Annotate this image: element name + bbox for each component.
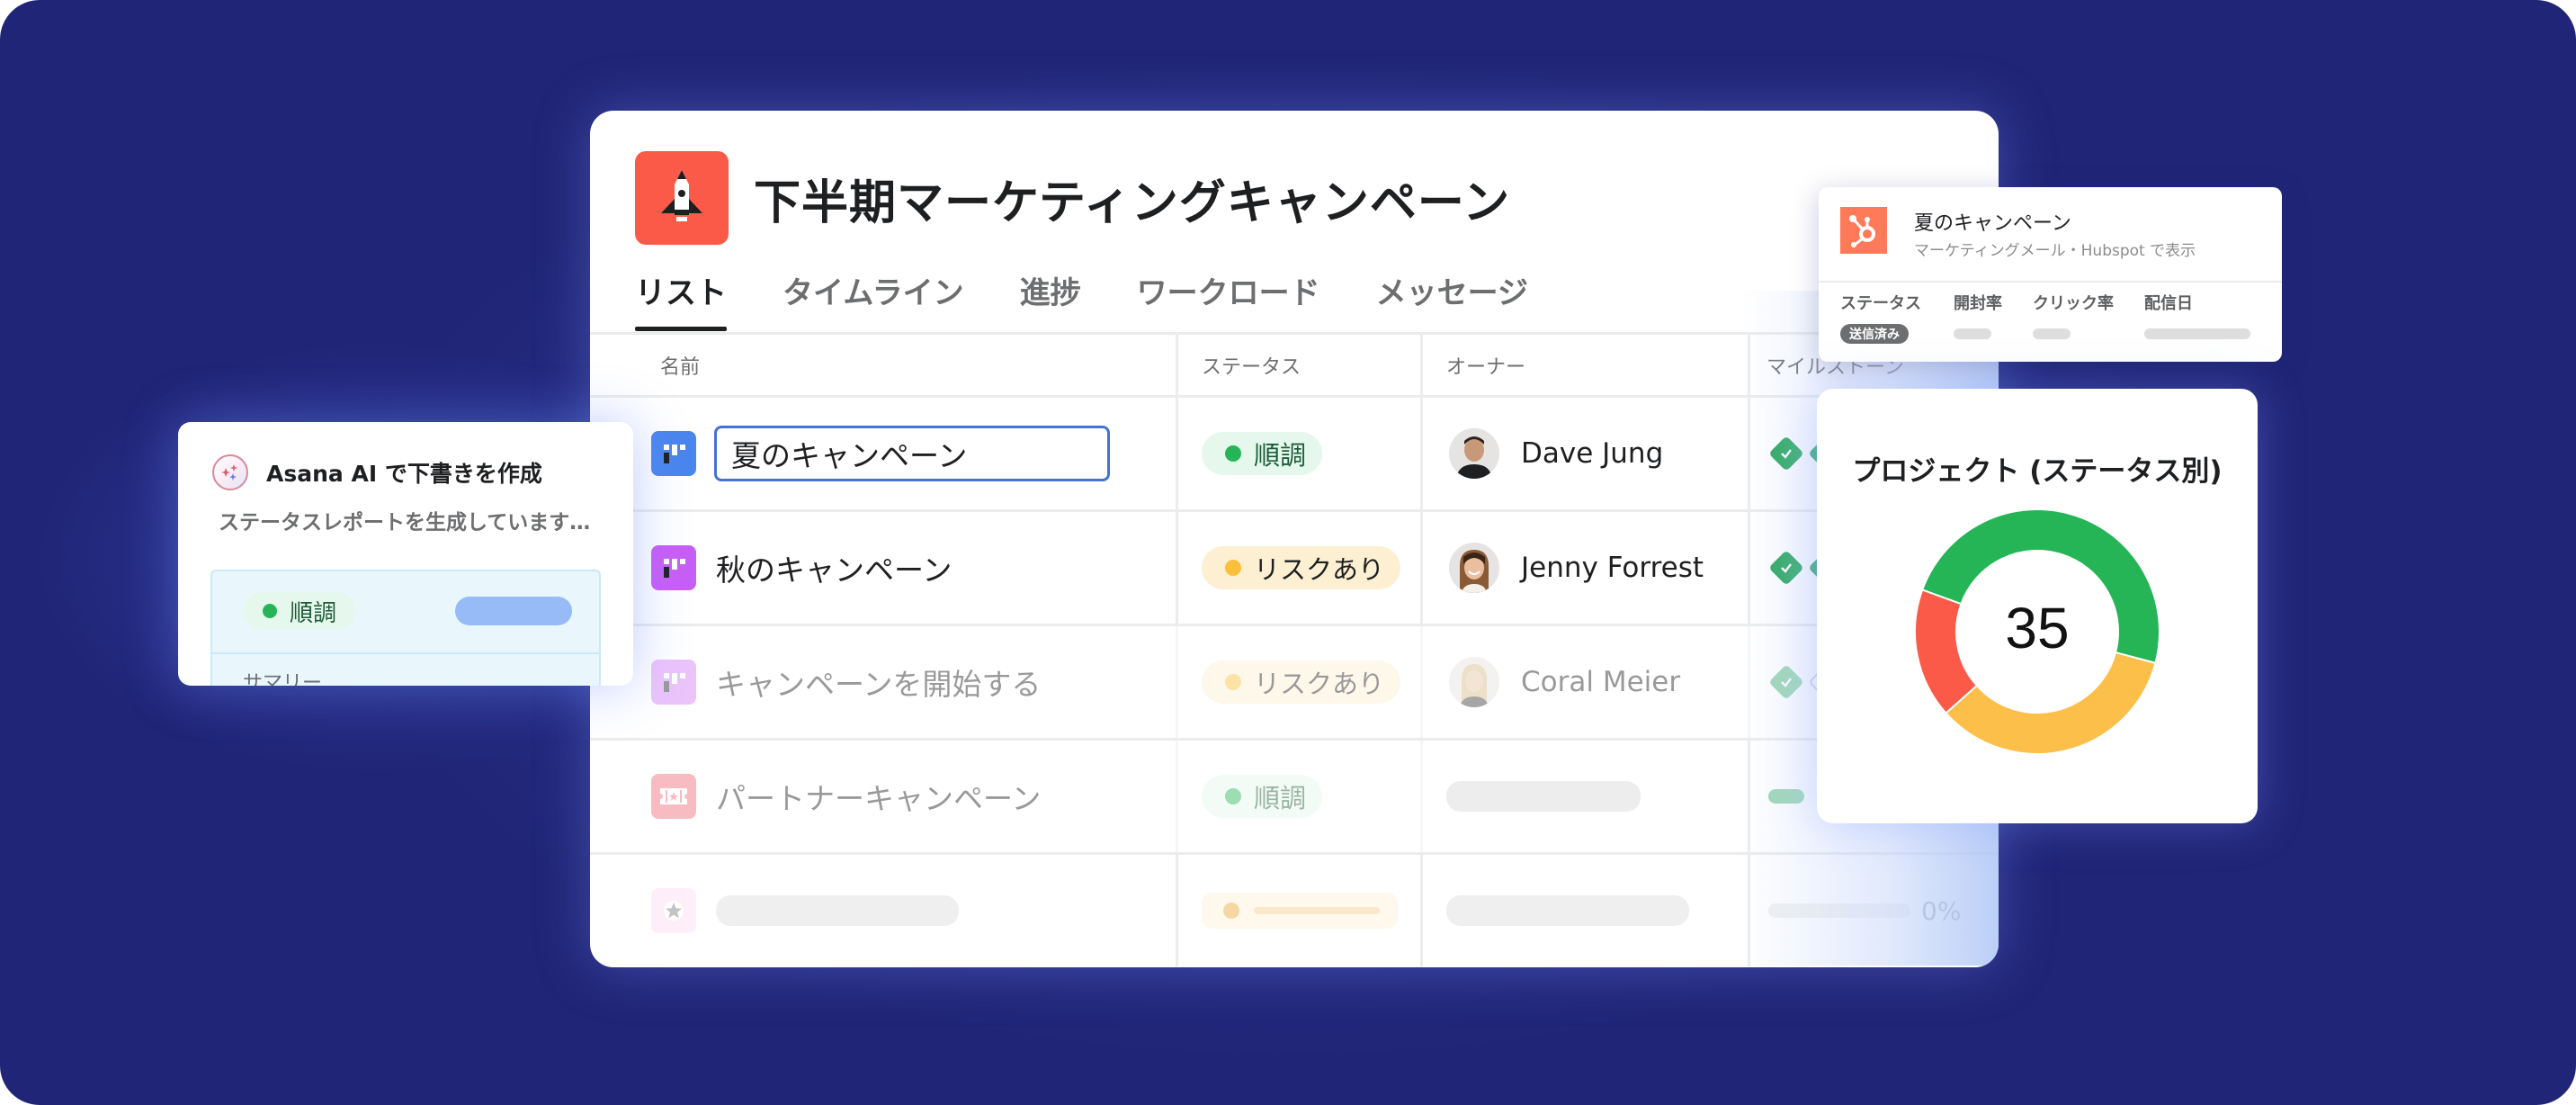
sparkle-icon [212, 454, 248, 490]
column-click-rate: クリック率 [2033, 294, 2114, 313]
column-header-status[interactable]: ステータス [1178, 335, 1423, 395]
status-label: 順調 [1254, 440, 1307, 471]
progress-label: 0% [1921, 895, 1962, 926]
project-tabs: リスト タイムライン 進捗 ワークロード メッセージ [635, 268, 1584, 331]
donut-segment-at-risk[interactable] [1945, 651, 2157, 755]
column-open-rate: 開封率 [1954, 294, 2002, 313]
chart-center-total: 35 [2005, 596, 2069, 660]
send-date-placeholder [2144, 328, 2250, 339]
ai-card-subtitle: ステータスレポートを生成しています… [219, 511, 591, 535]
table-row[interactable]: 順調 Dave Jung [590, 395, 1999, 509]
board-icon [651, 545, 696, 590]
status-label: リスクあり [1254, 669, 1385, 699]
rocket-icon [661, 170, 702, 221]
asana-ai-card: Asana AI で下書きを作成 ステータスレポートを生成しています… 順調 サ… [178, 422, 633, 686]
task-name[interactable]: 秋のキャンペーン [716, 546, 952, 589]
status-dot [1225, 788, 1241, 804]
tab-messages[interactable]: メッセージ [1376, 268, 1528, 331]
owner-name: Dave Jung [1521, 437, 1664, 470]
status-label: リスクあり [1254, 554, 1385, 585]
project-table: 名前 ステータス オーナー マイルストーン 順調 [590, 332, 1999, 966]
status-dot [1225, 560, 1241, 576]
status-badge[interactable]: 順調 [1202, 775, 1323, 818]
status-badge[interactable]: リスクあり [1202, 660, 1401, 704]
project-icon [635, 151, 729, 245]
project-title: 下半期マーケティングキャンペーン [754, 176, 1511, 230]
status-dot [1225, 445, 1241, 462]
open-rate-placeholder [1954, 328, 1991, 339]
table-header: 名前 ステータス オーナー マイルストーン [590, 332, 1999, 395]
status-dot [1223, 903, 1239, 919]
column-header-name[interactable]: 名前 [590, 335, 1178, 395]
star-icon [651, 888, 696, 933]
status-report-draft: 順調 サマリー [210, 570, 601, 686]
task-name[interactable]: パートナーキャンペーン [716, 775, 1041, 818]
background: 下半期マーケティングキャンペーン リスト タイムライン 進捗 ワークロード メッ… [0, 0, 2576, 1105]
board-icon [651, 660, 696, 705]
column-header-owner[interactable]: オーナー [1423, 335, 1750, 395]
avatar[interactable] [1449, 428, 1499, 479]
owner-placeholder [1446, 895, 1689, 926]
status-badge[interactable]: 順調 [1202, 432, 1323, 475]
status-chart-card: プロジェクト (ステータス別) 35 [1817, 389, 2258, 823]
status-text-placeholder [1254, 907, 1380, 914]
table-row[interactable]: 秋のキャンペーン リスクあり Jenny Forrest [590, 509, 1999, 624]
milestone-complete-icon[interactable] [1768, 550, 1804, 586]
milestone-complete-icon[interactable] [1768, 664, 1804, 700]
chart-title: プロジェクト (ステータス別) [1852, 455, 2223, 488]
divider [1819, 281, 2282, 283]
column-status: ステータス [1840, 294, 1921, 313]
status-dot [263, 604, 277, 618]
donut-chart: 35 [1914, 508, 2160, 755]
ticket-icon [651, 774, 696, 819]
hubspot-title: 夏のキャンペーン [1914, 212, 2071, 235]
sent-badge: 送信済み [1840, 324, 1909, 344]
table-row[interactable]: キャンペーンを開始する リスクあり Coral Meier [590, 624, 1999, 738]
task-name-input[interactable] [714, 426, 1110, 481]
table-row[interactable]: 0% [590, 852, 1999, 966]
table-row[interactable]: パートナーキャンペーン 順調 [590, 738, 1999, 852]
hubspot-icon [1840, 207, 1887, 254]
summary-label: サマリー [243, 672, 323, 686]
donut-segment-off-track[interactable] [1914, 588, 1979, 714]
column-send-date: 配信日 [2144, 294, 2193, 313]
status-dot [1225, 674, 1241, 690]
owner-name: Jenny Forrest [1521, 552, 1704, 584]
ai-card-title: Asana AI で下書きを作成 [266, 461, 542, 487]
owner-placeholder [1446, 781, 1641, 812]
task-name[interactable]: キャンペーンを開始する [716, 660, 1041, 704]
tab-progress[interactable]: 進捗 [1020, 268, 1081, 331]
avatar[interactable] [1449, 657, 1499, 707]
avatar[interactable] [1449, 543, 1499, 593]
hubspot-card[interactable]: 夏のキャンペーン マーケティングメール・Hubspot で表示 ステータス 開封… [1819, 187, 2282, 362]
status-placeholder [1202, 893, 1398, 929]
milestone-progress-bar [1768, 789, 1804, 804]
owner-name: Coral Meier [1521, 666, 1681, 698]
loading-bar [455, 597, 572, 625]
status-badge: 順調 [243, 592, 357, 630]
tab-timeline[interactable]: タイムライン [783, 268, 964, 331]
progress-bar [1768, 903, 1910, 918]
status-label: 順調 [290, 599, 337, 627]
task-name-placeholder [716, 895, 959, 926]
project-window: 下半期マーケティングキャンペーン リスト タイムライン 進捗 ワークロード メッ… [590, 111, 1999, 967]
milestone-complete-icon[interactable] [1768, 436, 1804, 472]
board-icon [651, 431, 696, 476]
tab-workload[interactable]: ワークロード [1137, 268, 1320, 331]
status-badge[interactable]: リスクあり [1202, 546, 1401, 589]
tab-list[interactable]: リスト [635, 268, 727, 331]
hubspot-subtitle[interactable]: マーケティングメール・Hubspot で表示 [1914, 238, 2196, 260]
click-rate-placeholder [2033, 328, 2071, 339]
status-label: 順調 [1254, 783, 1307, 813]
